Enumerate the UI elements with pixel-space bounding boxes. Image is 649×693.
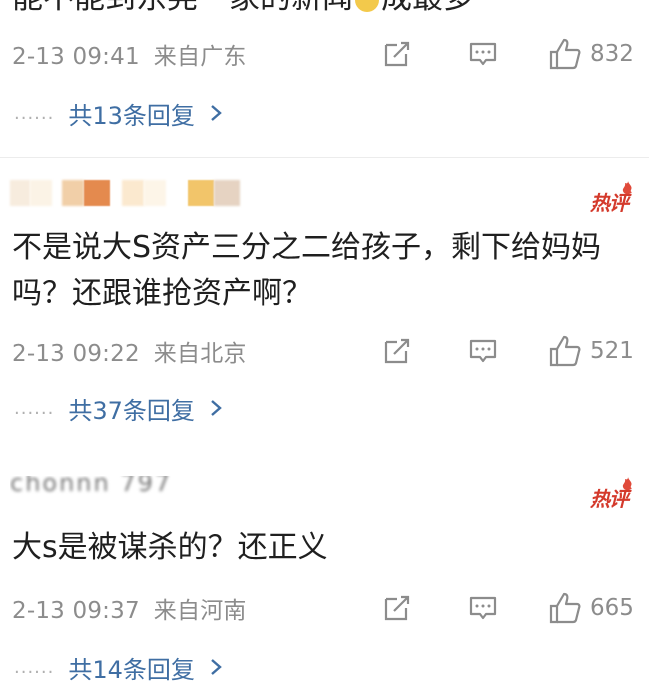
avatar-redaction xyxy=(10,180,30,206)
hot-badge-label: 热评 xyxy=(590,487,629,511)
name-redaction xyxy=(188,180,214,206)
comment-meta-row: 2-13 09:22 来自北京 521 xyxy=(12,331,643,371)
name-redaction xyxy=(84,180,110,206)
comment-icon xyxy=(469,339,497,363)
reply-count-label: 共37条回复 xyxy=(68,396,195,425)
comment-location: 来自北京 xyxy=(153,341,247,367)
chevron-right-icon xyxy=(211,105,222,121)
replies-link[interactable]: ...... 共14条回复 xyxy=(14,649,223,685)
comment-text-head: 能不能到东莞一家的新闻 xyxy=(12,0,353,16)
chevron-right-icon xyxy=(211,659,222,675)
reply-dots: ...... xyxy=(14,397,55,419)
like-button[interactable]: 665 xyxy=(548,591,634,625)
hot-badge-label: 热评 xyxy=(590,191,629,215)
comment-time: 2-13 09:37 xyxy=(12,598,140,624)
comment-meta: 2-13 09:41 来自广东 xyxy=(12,37,247,71)
comment-meta: 2-13 09:37 来自河南 xyxy=(12,591,247,625)
comment-meta: 2-13 09:22 来自北京 xyxy=(12,334,247,368)
reply-dots: ...... xyxy=(14,102,55,124)
hot-comment-badge: 热评 xyxy=(581,181,637,216)
forward-icon xyxy=(384,595,410,621)
replies-link[interactable]: ...... 共37条回复 xyxy=(14,390,223,426)
name-redaction xyxy=(144,180,166,206)
name-redaction xyxy=(122,180,144,206)
comment-time: 2-13 09:41 xyxy=(12,44,140,70)
comment-text: 不是说大S资产三分之二给孩子，剩下给妈妈吗？还跟谁抢资产啊？ xyxy=(12,230,602,311)
like-button[interactable]: 521 xyxy=(548,334,634,368)
thumbs-up-icon xyxy=(549,38,581,70)
name-redaction xyxy=(214,180,240,206)
comment-icon xyxy=(469,596,497,620)
hot-comment-badge: 热评 xyxy=(581,477,637,512)
username-text: chonnn 797 xyxy=(10,476,173,497)
reply-count-label: 共14条回复 xyxy=(68,655,195,684)
reply-count-label: 共13条回复 xyxy=(68,101,195,130)
reply-dots: ...... xyxy=(14,656,55,678)
comment-location: 来自河南 xyxy=(153,598,247,624)
comment-text-tail: 成最多 xyxy=(381,0,474,16)
comment-button[interactable] xyxy=(468,336,498,366)
like-button[interactable]: 832 xyxy=(548,37,634,71)
comment-button[interactable] xyxy=(468,39,498,69)
comment-meta-row: 2-13 09:37 来自河南 665 xyxy=(12,588,643,628)
emoji-icon xyxy=(355,0,379,12)
like-count: 832 xyxy=(590,41,634,67)
comment-meta-row: 2-13 09:41 来自广东 832 xyxy=(12,34,643,74)
name-redaction xyxy=(62,180,84,206)
comment-text-partial: 能不能到东莞一家的新闻 成最多 xyxy=(12,0,474,16)
thumbs-up-icon xyxy=(549,592,581,624)
forward-icon xyxy=(384,41,410,67)
like-count: 665 xyxy=(590,595,634,621)
like-count: 521 xyxy=(590,338,634,364)
comment-feed: 能不能到东莞一家的新闻 成最多 2-13 09:41 来自广东 832 ......… xyxy=(0,0,649,693)
comment-icon xyxy=(469,42,497,66)
username-blurred[interactable]: chonnn 797 xyxy=(10,476,172,502)
forward-icon xyxy=(384,338,410,364)
chevron-right-icon xyxy=(211,400,222,416)
forward-button[interactable] xyxy=(382,336,412,366)
comment-location: 来自广东 xyxy=(153,44,247,70)
forward-button[interactable] xyxy=(382,39,412,69)
thumbs-up-icon xyxy=(549,335,581,367)
username-blurred[interactable] xyxy=(10,178,240,208)
name-redaction xyxy=(30,180,52,206)
comment-text: 大s是被谋杀的？还正义 xyxy=(12,530,328,565)
forward-button[interactable] xyxy=(382,593,412,623)
comment-button[interactable] xyxy=(468,593,498,623)
comment-time: 2-13 09:22 xyxy=(12,341,140,367)
divider xyxy=(0,157,649,158)
replies-link[interactable]: ...... 共13条回复 xyxy=(14,95,223,131)
